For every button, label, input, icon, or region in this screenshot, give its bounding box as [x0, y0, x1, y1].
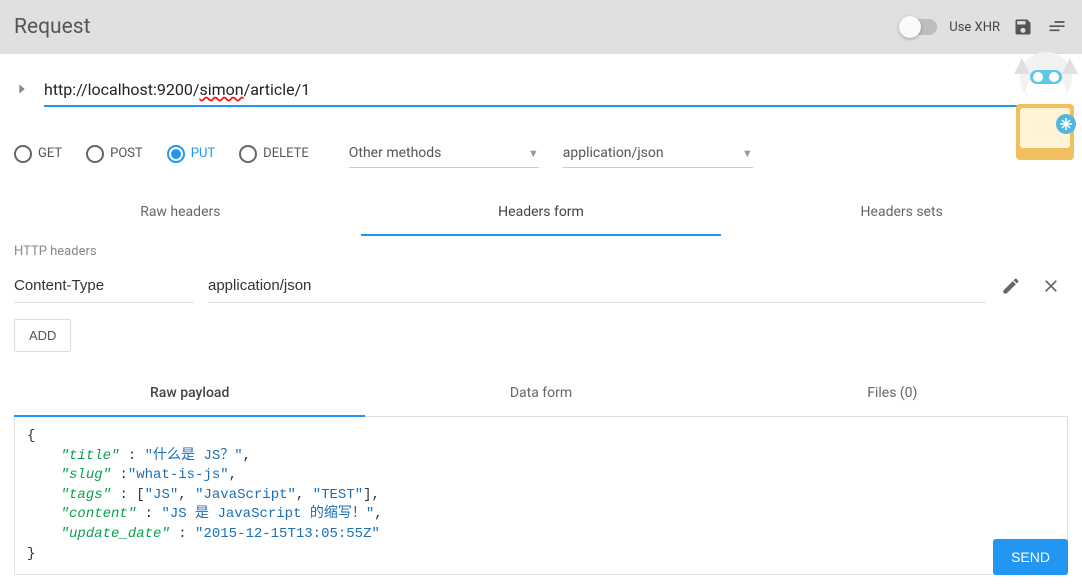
method-post[interactable]: POST: [86, 145, 143, 163]
dropdown-icon: ▼: [742, 147, 753, 160]
method-get[interactable]: GET: [14, 145, 62, 163]
chevron-right-icon[interactable]: [14, 81, 30, 101]
save-icon[interactable]: [1012, 16, 1034, 38]
close-icon[interactable]: [1040, 275, 1062, 297]
header-value-input[interactable]: [208, 269, 986, 303]
other-methods-select[interactable]: Other methods ▼: [349, 139, 539, 168]
payload-tabs: Raw payload Data form Files (0): [14, 370, 1068, 417]
tab-files[interactable]: Files (0): [717, 371, 1068, 417]
pencil-icon[interactable]: [1000, 275, 1022, 297]
tab-headers-sets[interactable]: Headers sets: [721, 190, 1082, 236]
url-input[interactable]: http://localhost:9200/simon/article/1: [44, 74, 1068, 107]
method-row: GET POST PUT DELETE Other methods ▼ appl…: [0, 111, 1082, 176]
http-headers-label: HTTP headers: [0, 236, 1082, 265]
menu-icon[interactable]: [1046, 16, 1068, 38]
tab-headers-form[interactable]: Headers form: [361, 190, 722, 236]
header-row: [0, 265, 1082, 307]
use-xhr-toggle[interactable]: [901, 19, 937, 35]
header-name-input[interactable]: [14, 269, 194, 303]
url-row: http://localhost:9200/simon/article/1: [0, 54, 1082, 111]
header-row-actions: [1000, 275, 1068, 297]
page-title: Request: [14, 15, 90, 39]
method-put[interactable]: PUT: [167, 145, 215, 163]
tab-data-form[interactable]: Data form: [365, 371, 716, 417]
headers-tabs: Raw headers Headers form Headers sets: [0, 190, 1082, 236]
send-button[interactable]: SEND: [993, 539, 1068, 575]
raw-payload-editor[interactable]: { "title" : "什么是 JS？", "slug" :"what-is-…: [14, 417, 1068, 575]
tab-raw-headers[interactable]: Raw headers: [0, 190, 361, 236]
app-header: Request Use XHR: [0, 0, 1082, 54]
use-xhr-label: Use XHR: [949, 20, 1000, 35]
dropdown-icon: ▼: [528, 147, 539, 160]
method-delete[interactable]: DELETE: [239, 145, 309, 163]
tab-raw-payload[interactable]: Raw payload: [14, 371, 365, 417]
header-actions: Use XHR: [901, 16, 1068, 38]
content-type-select[interactable]: application/json ▼: [563, 139, 753, 168]
add-header-button[interactable]: ADD: [14, 319, 71, 352]
